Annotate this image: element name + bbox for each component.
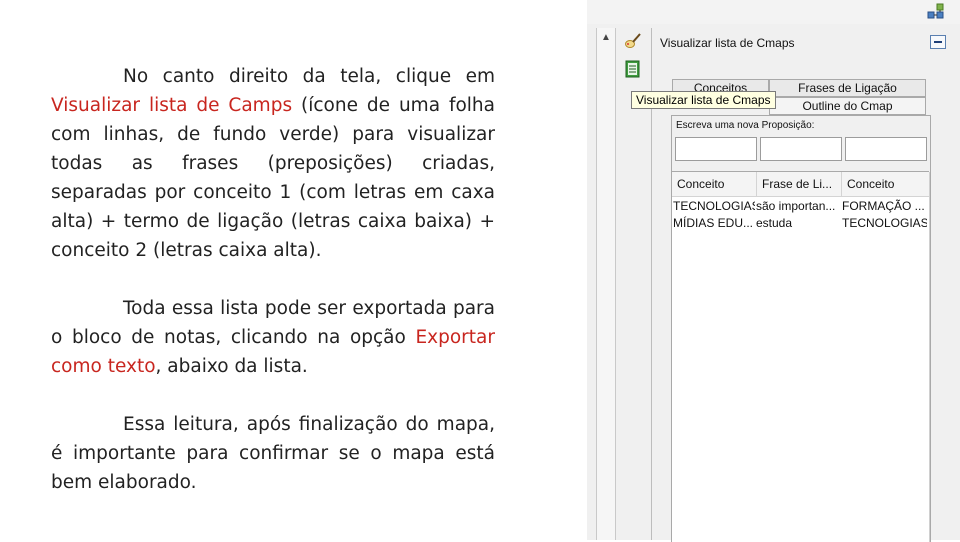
left-scrollbar[interactable]: ▲ [596, 28, 616, 540]
proposition-input-concept-1[interactable] [675, 137, 757, 161]
cmap-list-view: Visualizar lista de Cmaps Conceitos Fras… [631, 28, 958, 542]
header-conceito-1[interactable]: Conceito [672, 172, 757, 196]
p1-highlight: Visualizar lista de Camps [51, 95, 293, 116]
table-right-border [929, 172, 930, 542]
panel-top-bar [587, 0, 960, 24]
proposition-label: Escreva uma nova Proposição: [676, 120, 815, 131]
p1-rest: (ícone de uma folha com linhas, de fundo… [51, 95, 495, 261]
chevron-up-icon[interactable]: ▲ [598, 29, 614, 45]
table-cell[interactable]: são importan... [756, 198, 840, 215]
green-list-icon[interactable] [624, 60, 642, 78]
p2-rest: , abaixo da lista. [155, 356, 308, 377]
tooltip-visualizar-lista: Visualizar lista de Cmaps [631, 91, 776, 109]
paragraph-2: Toda essa lista pode ser exportada para … [51, 294, 495, 381]
network-icon[interactable] [927, 2, 945, 20]
view-title: Visualizar lista de Cmaps [660, 36, 795, 50]
cmap-list-content: Escreva uma nova Proposição: Conceito Fr… [671, 115, 931, 542]
p3-text: Essa leitura, após finalização do mapa, … [51, 414, 495, 493]
slide-text: No canto direito da tela, clique em Visu… [51, 62, 495, 497]
table-cell[interactable]: TECNOLOGIAS [842, 215, 927, 232]
paragraph-3: Essa leitura, após finalização do mapa, … [51, 410, 495, 497]
table-cell[interactable]: MÍDIAS EDU... [673, 215, 755, 232]
tab-frases-de-ligacao[interactable]: Frases de Ligação [769, 79, 926, 97]
paragraph-1: No canto direito da tela, clique em Visu… [51, 62, 495, 265]
table-cell[interactable]: estuda [756, 215, 840, 232]
pen-icon[interactable] [624, 32, 642, 50]
header-frase-de-ligacao[interactable]: Frase de Li... [757, 172, 842, 196]
table-cell[interactable]: TECNOLOGIAS [673, 198, 755, 215]
table-header: Conceito Frase de Li... Conceito [672, 172, 929, 197]
minimize-icon[interactable] [930, 35, 946, 49]
proposition-input-concept-2[interactable] [845, 137, 927, 161]
tab-outline-do-cmap[interactable]: Outline do Cmap [769, 97, 926, 115]
p1-intro: No canto direito da tela, clique em [123, 66, 495, 87]
cmap-panel-screenshot: ▲ Visualizar lista de Cmaps Conceitos Fr… [587, 0, 960, 542]
propositions-table: Conceito Frase de Li... Conceito TECNOLO… [672, 171, 930, 542]
proposition-input-linking-phrase[interactable] [760, 137, 842, 161]
header-conceito-2[interactable]: Conceito [842, 172, 929, 196]
table-cell[interactable]: FORMAÇÃO ... [842, 198, 927, 215]
